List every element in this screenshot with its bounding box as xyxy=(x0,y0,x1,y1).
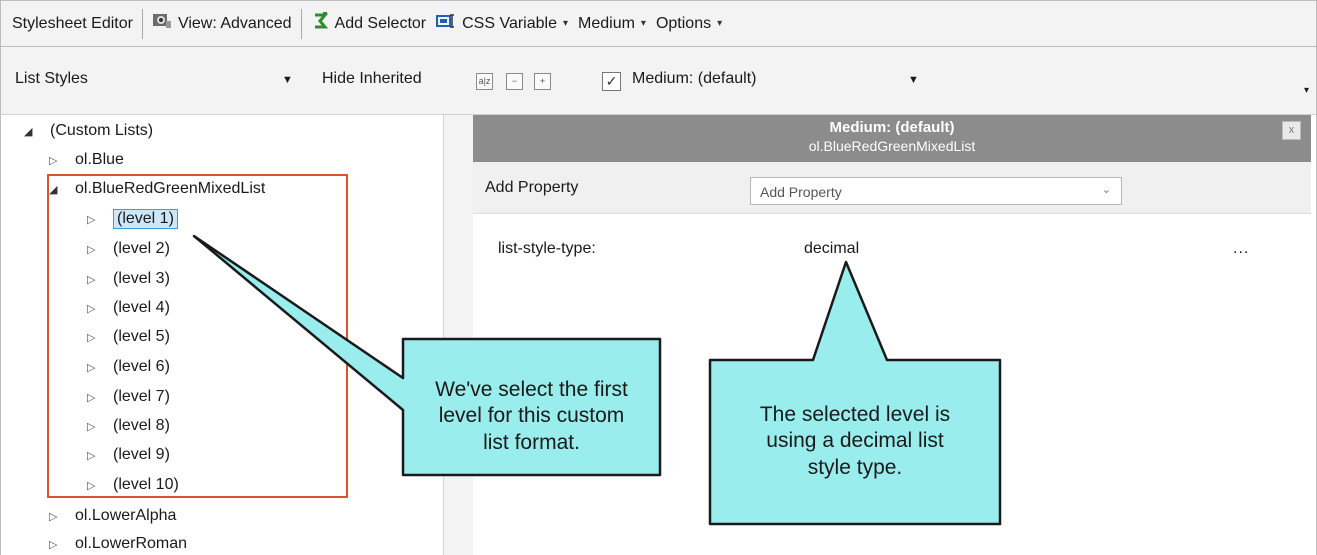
tree-node-ol-blue[interactable]: ▷ ol.Blue xyxy=(49,148,124,172)
add-selector-icon xyxy=(311,12,329,35)
property-name: list-style-type: xyxy=(498,240,596,257)
view-advanced-button[interactable]: View: Advanced xyxy=(147,6,297,42)
chevron-down-icon: ▾ xyxy=(562,18,569,29)
chevron-down-icon[interactable]: ▼ xyxy=(908,74,919,86)
sort-alphabetical-icon[interactable]: a|z xyxy=(476,73,493,90)
view-advanced-label: View: Advanced xyxy=(177,14,292,32)
css-variable-label: CSS Variable xyxy=(462,14,557,32)
panel-splitter[interactable] xyxy=(443,115,473,555)
tree-node-label: (Custom Lists) xyxy=(50,122,154,139)
collapsed-arrow-icon[interactable]: ▷ xyxy=(49,510,63,523)
more-options-button[interactable]: ... xyxy=(1233,240,1249,258)
add-property-placeholder: Add Property xyxy=(760,184,842,200)
add-selector-label: Add Selector xyxy=(334,14,427,32)
hide-inherited-button[interactable]: Hide Inherited xyxy=(322,70,422,88)
overflow-icon[interactable]: ▾ xyxy=(1304,85,1309,96)
main-toolbar: Stylesheet Editor View: Advanced Add Sel… xyxy=(0,0,1317,47)
css-variable-icon xyxy=(436,13,456,34)
expand-all-icon[interactable]: + xyxy=(534,73,551,90)
panel-subtitle: ol.BlueRedGreenMixedList xyxy=(808,138,976,154)
collapsed-arrow-icon[interactable]: ▷ xyxy=(49,538,63,551)
chevron-down-icon: ▾ xyxy=(717,18,723,29)
chevron-down-icon: ▾ xyxy=(640,18,646,29)
options-dropdown[interactable]: Options ▾ xyxy=(651,6,727,42)
highlight-box xyxy=(47,174,348,498)
collapse-all-icon[interactable]: − xyxy=(506,73,523,90)
toolbar-separator xyxy=(141,8,143,39)
medium-checkbox[interactable]: ✓ xyxy=(602,72,621,91)
collapsed-arrow-icon[interactable]: ▷ xyxy=(49,154,63,167)
right-callout-text: The selected level is using a decimal li… xyxy=(710,402,1000,481)
add-property-label: Add Property xyxy=(485,179,579,196)
tree-node-ol-loweralpha[interactable]: ▷ ol.LowerAlpha xyxy=(49,504,176,528)
add-property-row: Add Property Add Property ⌄ xyxy=(473,162,1311,214)
tree-node-custom-lists[interactable]: ◢ (Custom Lists) xyxy=(24,119,153,143)
tree-node-label: ol.Blue xyxy=(75,151,124,168)
callout-line: style type. xyxy=(807,455,903,479)
chevron-down-icon: ⌄ xyxy=(1101,184,1111,196)
toolbar-separator xyxy=(300,8,302,39)
panel-title: Medium: (default) xyxy=(829,119,955,136)
callout-line: We've select the first xyxy=(435,378,628,401)
tree-node-label: ol.LowerRoman xyxy=(75,535,188,552)
tree-node-label: ol.LowerAlpha xyxy=(75,507,177,524)
options-label: Options xyxy=(655,14,712,32)
add-selector-button[interactable]: Add Selector xyxy=(306,6,432,42)
medium-label: Medium xyxy=(578,14,635,32)
stylesheet-editor-text: Stylesheet Editor xyxy=(12,14,133,32)
callout-line: list format. xyxy=(483,430,580,454)
panel-header: Medium: (default) ol.BlueRedGreenMixedLi… xyxy=(473,115,1311,162)
close-icon[interactable]: x xyxy=(1282,121,1301,140)
callout-line: The selected level is xyxy=(759,403,951,426)
stylesheet-editor-label: Stylesheet Editor xyxy=(7,6,138,42)
callout-line: level for this custom xyxy=(438,404,625,428)
chevron-down-icon[interactable]: ▼ xyxy=(282,74,293,86)
list-styles-dropdown[interactable]: List Styles xyxy=(15,70,88,88)
left-callout-text: We've select the first level for this cu… xyxy=(403,377,660,456)
callout-line: using a decimal list xyxy=(766,429,944,453)
view-icon xyxy=(152,12,172,35)
expanded-arrow-icon[interactable]: ◢ xyxy=(24,125,38,138)
css-variable-dropdown[interactable]: CSS Variable ▾ xyxy=(431,6,573,42)
tree-node-ol-lowerroman[interactable]: ▷ ol.LowerRoman xyxy=(49,532,187,555)
filter-toolbar: List Styles ▼ Hide Inherited a|z − + ✓ M… xyxy=(0,47,1317,115)
medium-dropdown[interactable]: Medium ▾ xyxy=(573,6,651,42)
medium-select[interactable]: Medium: (default) xyxy=(632,70,757,88)
property-value[interactable]: decimal xyxy=(804,240,859,258)
properties-panel: Medium: (default) ol.BlueRedGreenMixedLi… xyxy=(473,115,1317,555)
add-property-select[interactable]: Add Property ⌄ xyxy=(750,177,1122,205)
